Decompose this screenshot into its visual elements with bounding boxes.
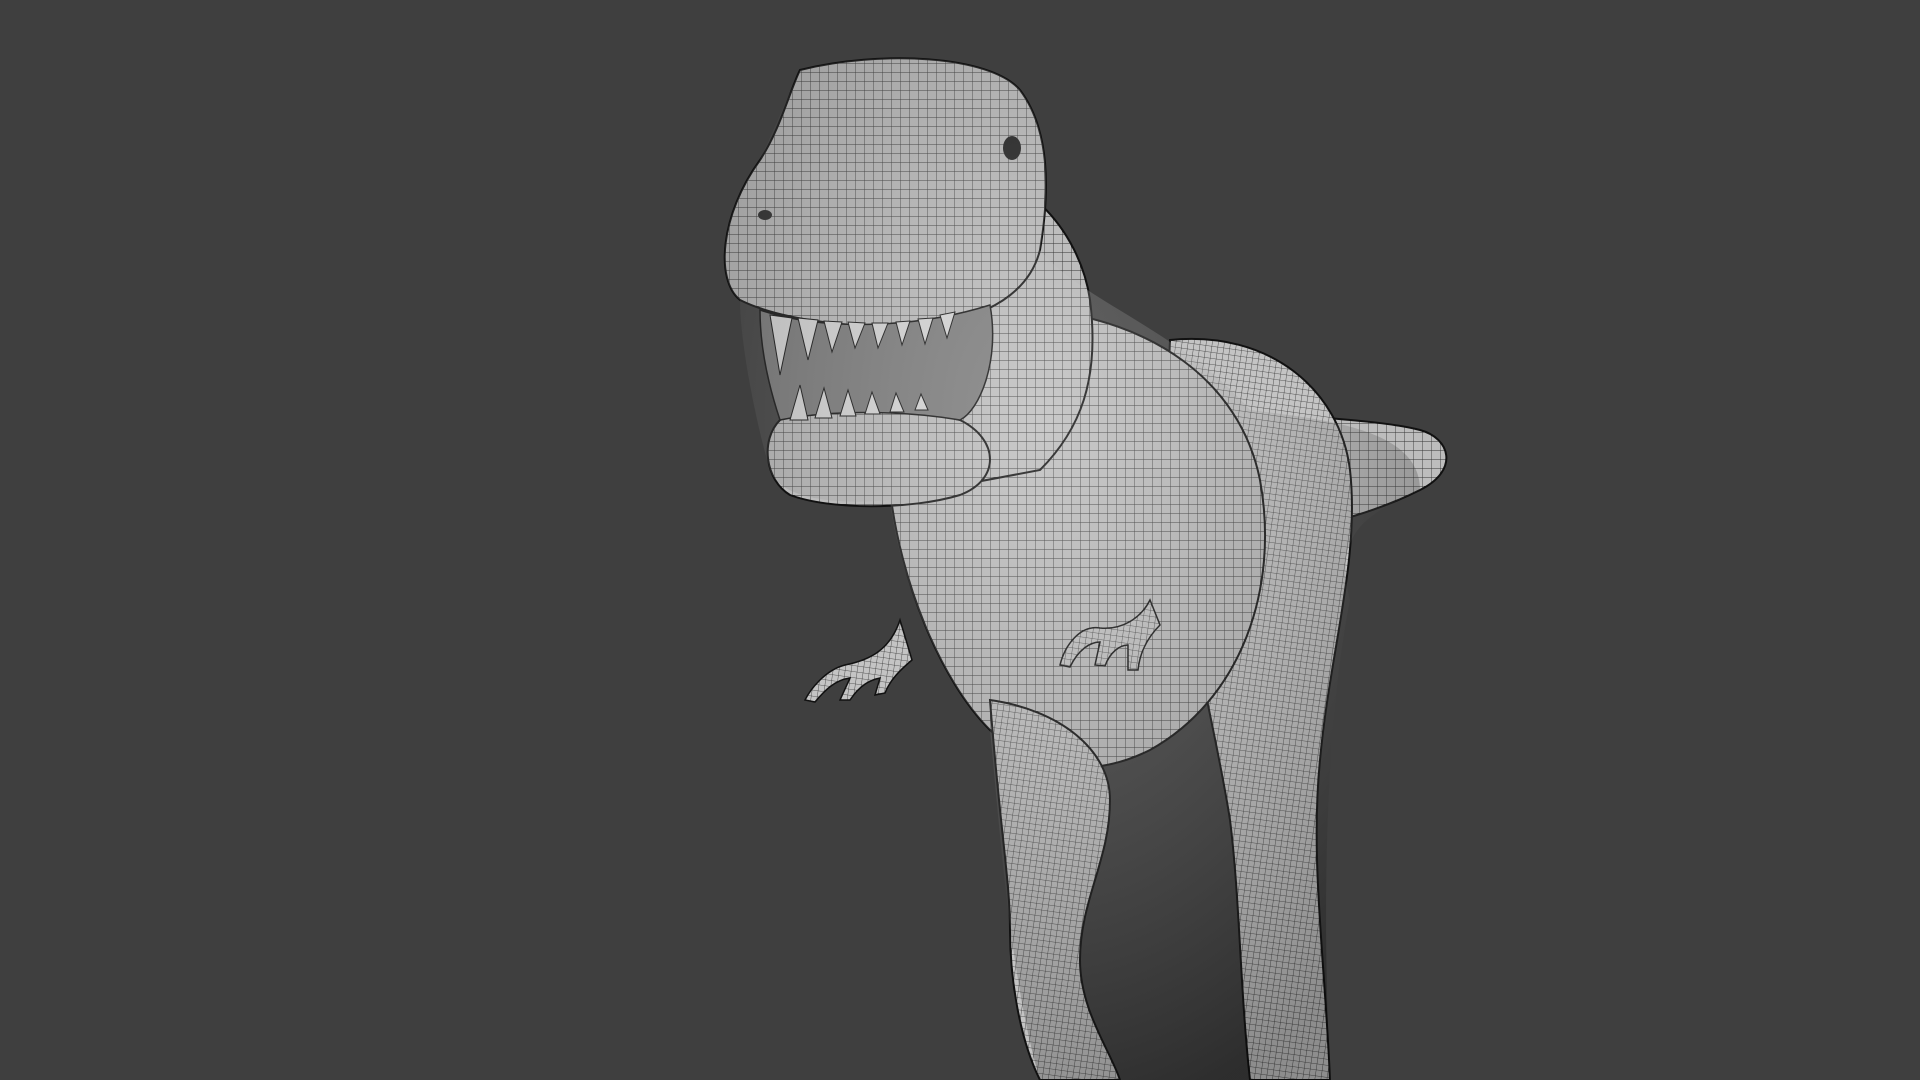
viewport-canvas[interactable] xyxy=(0,0,1920,1080)
t-rex-model[interactable] xyxy=(723,57,1448,1080)
shading-overlay xyxy=(724,58,1420,1080)
left-arm-mesh[interactable] xyxy=(803,617,913,703)
3d-viewport[interactable] xyxy=(0,0,1920,1080)
